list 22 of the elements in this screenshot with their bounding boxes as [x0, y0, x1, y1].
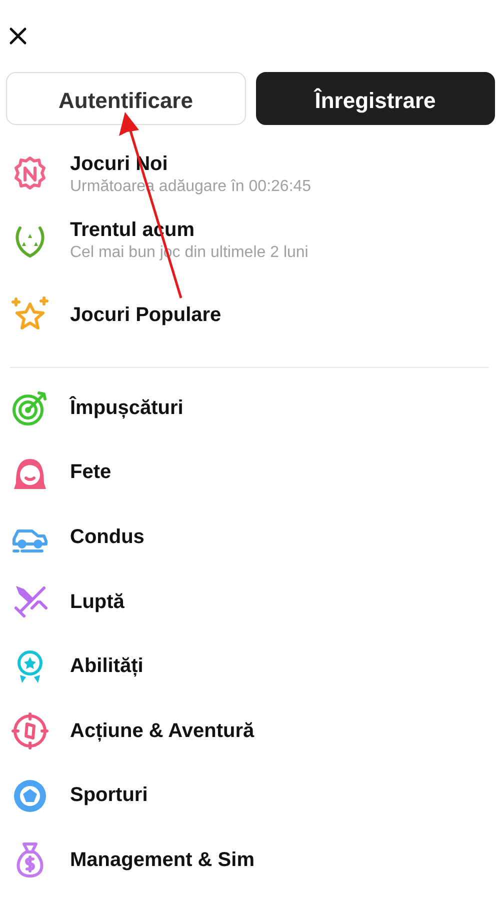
category-item[interactable]: Sporturi: [10, 764, 493, 828]
category-title: Condus: [70, 526, 144, 549]
category-item[interactable]: Abilități: [10, 634, 493, 699]
category-title: Fete: [70, 461, 112, 484]
category-title: Împușcături: [70, 396, 184, 420]
category-title: Abilități: [70, 655, 144, 678]
category-item[interactable]: Condus: [10, 505, 493, 570]
category-item[interactable]: Acțiune & Aventură: [10, 698, 493, 764]
category-title: Luptă: [70, 590, 124, 614]
item-title: Jocuri Populare: [70, 304, 222, 326]
menu-item[interactable]: Jocuri Populare: [10, 273, 493, 357]
close-icon[interactable]: [8, 26, 28, 46]
category-item[interactable]: Management & Sim: [10, 828, 493, 893]
category-title: Management & Sim: [70, 848, 254, 872]
register-button[interactable]: Înregistrare: [256, 72, 495, 125]
category-item[interactable]: Luptă: [10, 570, 493, 634]
category-title: Acțiune & Aventură: [70, 720, 254, 743]
category-title: Sporturi: [70, 784, 148, 808]
login-button[interactable]: Autentificare: [6, 72, 246, 125]
compass-icon: [10, 711, 50, 752]
category-item[interactable]: Împușcături: [10, 376, 493, 441]
category-item[interactable]: Fete: [10, 440, 493, 506]
